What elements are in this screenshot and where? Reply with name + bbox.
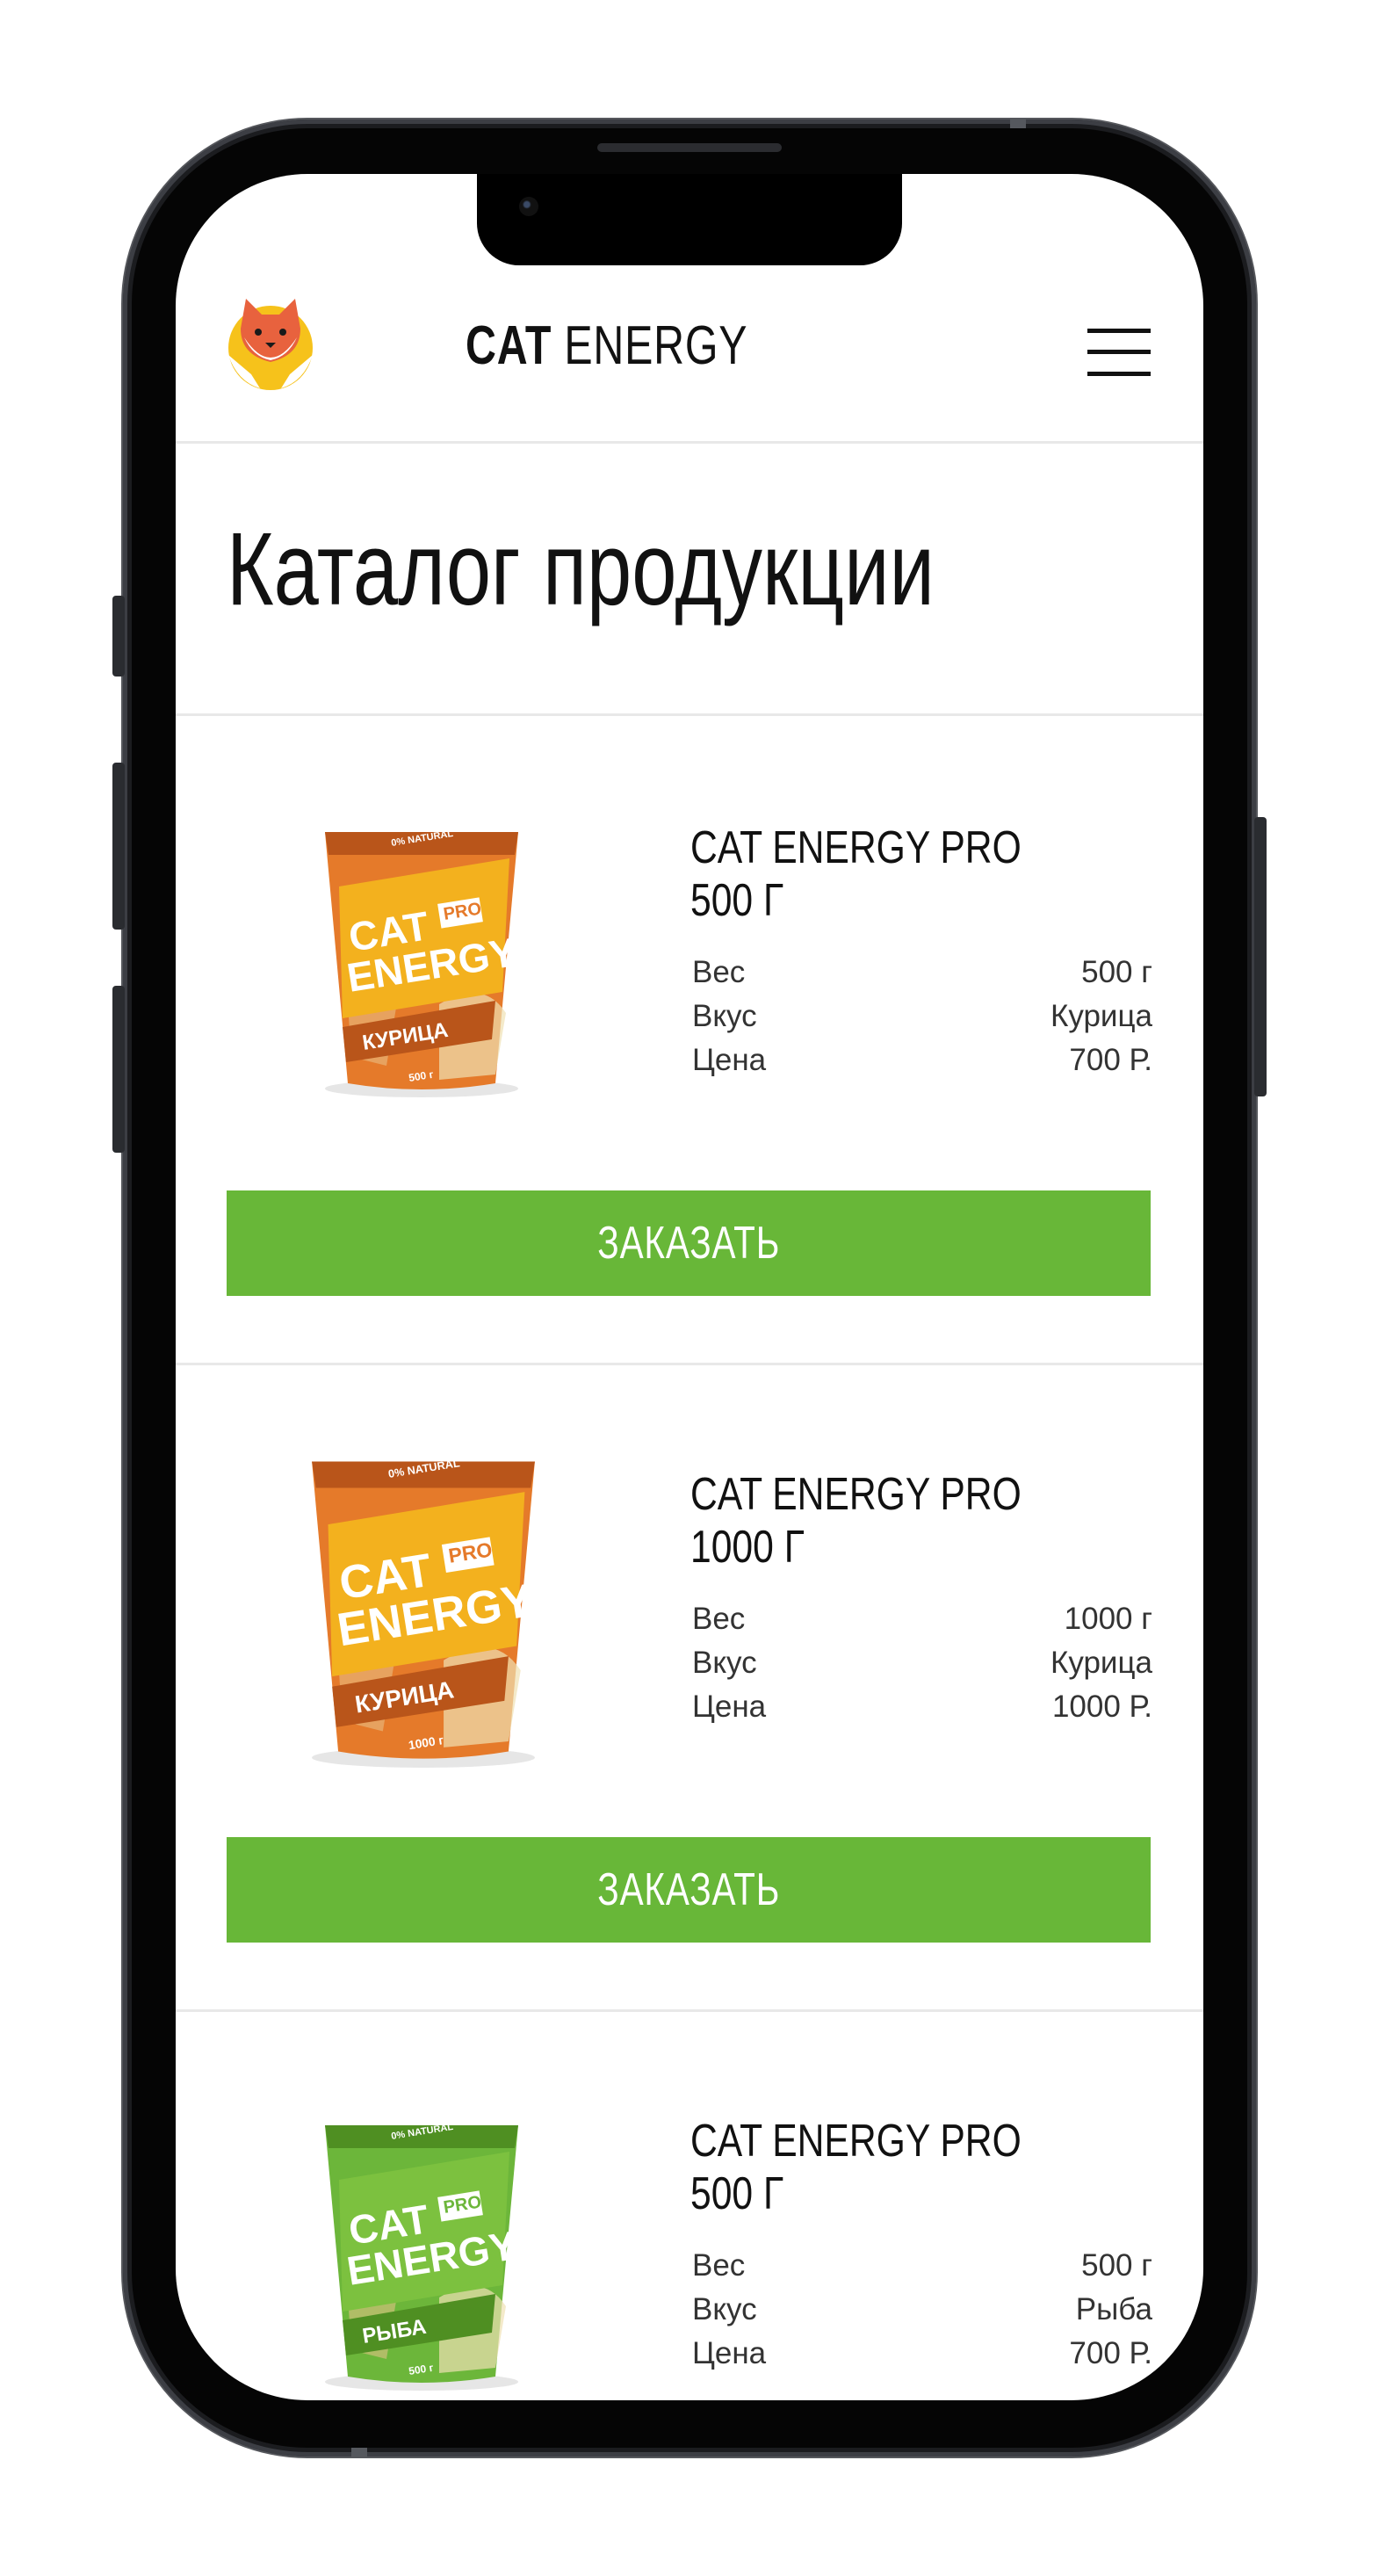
spec-label: Цена [692, 2336, 767, 2370]
cat-face-logo-icon[interactable] [225, 293, 316, 392]
spec-weight: Вес 500 г [692, 955, 1152, 997]
product-package-image: 0% NATURALCATENERGYPROРЫБА500 г [325, 2122, 519, 2391]
spec-value: Рыба [1075, 2292, 1152, 2326]
brand-regular: ENERGY [552, 315, 748, 376]
product-name: CAT ENERGY PRO 500 Г [690, 821, 1050, 927]
spec-label: Цена [692, 1043, 767, 1077]
spec-value: 500 г [1081, 2248, 1152, 2283]
power-button [1254, 817, 1267, 1096]
product-name-line2: 500 Г [690, 875, 784, 926]
spec-flavor: Вкус Рыба [692, 2292, 1152, 2334]
brand-bold: CAT [466, 315, 552, 376]
order-button-label: ЗАКАЗАТЬ [597, 1218, 780, 1269]
spec-price: Цена 700 Р. [692, 2336, 1152, 2378]
phone-screen: CAT ENERGY Каталог продукции 0% NATURAL C… [176, 174, 1203, 2400]
product-card: 0% NATURAL CAT ENERGY PRO РЫБА 500 г CAT ENER… [176, 2009, 1203, 2400]
spec-price: Цена 1000 Р. [692, 1690, 1152, 1732]
product-name: CAT ENERGY PRO 500 Г [690, 2115, 1050, 2220]
spec-weight: Вес 1000 г [692, 1602, 1152, 1644]
product-name-line2: 1000 Г [690, 1522, 805, 1573]
spec-price: Цена 700 Р. [692, 1043, 1152, 1085]
spec-value: 500 г [1081, 955, 1152, 989]
earpiece-speaker [597, 143, 782, 152]
spec-value: 700 Р. [1069, 2336, 1152, 2370]
product-name: CAT ENERGY PRO 1000 Г [690, 1468, 1050, 1574]
antenna-band [351, 2448, 367, 2457]
brand-name[interactable]: CAT ENERGY [466, 315, 747, 377]
spec-value: 1000 г [1064, 1602, 1152, 1636]
spec-label: Вкус [692, 2292, 757, 2326]
order-button[interactable]: ЗАКАЗАТЬ [227, 1837, 1151, 1943]
spec-flavor: Вкус Курица [692, 1646, 1152, 1688]
spec-flavor: Вкус Курица [692, 999, 1152, 1041]
spec-weight: Вес 500 г [692, 2248, 1152, 2290]
spec-label: Вес [692, 2248, 746, 2283]
spec-value: Курица [1050, 1646, 1152, 1680]
product-name-line1: CAT ENERGY PRO [690, 822, 1022, 873]
title-section: Каталог продукции [176, 441, 1203, 716]
product-package-image: 0% NATURALCATENERGYPROКУРИЦА1000 г [312, 1457, 537, 1768]
product-card: 0% NATURAL CAT ENERGY PRO КУРИЦА 500 г CAT EN… [176, 716, 1203, 1365]
volume-down-button [112, 986, 125, 1153]
product-name-line1: CAT ENERGY PRO [690, 2116, 1022, 2167]
mute-switch [112, 596, 125, 677]
page-title: Каталог продукции [227, 511, 935, 627]
spec-value: 1000 Р. [1051, 1690, 1152, 1724]
volume-up-button [112, 763, 125, 930]
spec-label: Цена [692, 1690, 767, 1724]
antenna-band [1010, 119, 1026, 128]
front-camera-icon [519, 197, 538, 216]
product-name-line2: 500 Г [690, 2168, 784, 2219]
product-name-line1: CAT ENERGY PRO [690, 1469, 1022, 1520]
product-card: 0% NATURAL CAT ENERGY PRO КУРИЦА 1000 г CAT E… [176, 1363, 1203, 2012]
spec-label: Вес [692, 1602, 746, 1636]
spec-label: Вкус [692, 1646, 757, 1680]
spec-value: 700 Р. [1069, 1043, 1152, 1077]
spec-value: Курица [1050, 999, 1152, 1033]
order-button[interactable]: ЗАКАЗАТЬ [227, 1190, 1151, 1296]
hamburger-menu-icon[interactable] [1087, 329, 1151, 376]
spec-label: Вкус [692, 999, 757, 1033]
product-package-image: 0% NATURALCATENERGYPROКУРИЦА500 г [325, 829, 519, 1097]
spec-label: Вес [692, 955, 746, 989]
phone-notch [477, 174, 902, 265]
order-button-label: ЗАКАЗАТЬ [597, 1864, 780, 1915]
